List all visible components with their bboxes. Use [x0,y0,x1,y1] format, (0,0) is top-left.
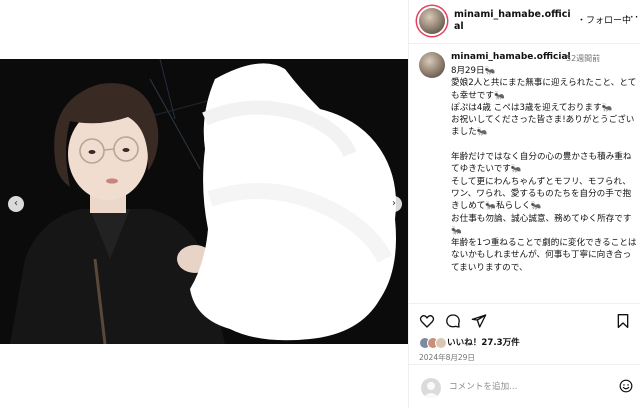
avatar[interactable] [419,8,445,34]
user-avatar-icon [421,378,441,398]
post-side-panel: minami_hamabe.official ・フォロー中 ··· minami… [408,0,640,408]
comment-input[interactable] [449,379,599,395]
caption-time-ago: 52週間前 [566,54,601,63]
liked-by-avatars[interactable] [419,336,447,350]
post-header: minami_hamabe.official ・フォロー中 ··· [409,0,640,44]
post-date: 2024年8月29日 [419,353,475,362]
more-options-icon[interactable]: ··· [625,10,639,24]
caption-username[interactable]: minami_hamabe.official [451,52,571,62]
chevron-left-icon[interactable]: ‹ [8,196,24,212]
post-photo[interactable] [0,59,408,344]
chevron-right-icon[interactable]: › [386,196,402,212]
likes-count[interactable]: いいね！27.3万件 [447,336,520,348]
header-username[interactable]: minami_hamabe.official [454,9,572,33]
post-media-panel: ‹ › [0,0,408,408]
emoji-icon[interactable] [619,379,633,393]
share-icon[interactable] [471,313,487,329]
caption-avatar[interactable] [419,52,445,78]
heart-icon[interactable] [419,313,435,329]
follow-status-button[interactable]: ・フォロー中 [577,13,631,26]
caption-text: 8月29日🐜 愛娘2人と共にまた無事に迎えられたこと、とても幸せです🐜 ぽぷは4… [451,66,637,273]
liker-avatar [435,337,447,349]
caption-area: minami_hamabe.official 52週間前 8月29日🐜 愛娘2人… [409,45,640,303]
photo-illustration [0,59,408,344]
comment-bar [409,364,640,408]
bookmark-icon[interactable] [615,313,631,329]
comment-icon[interactable] [445,313,461,329]
